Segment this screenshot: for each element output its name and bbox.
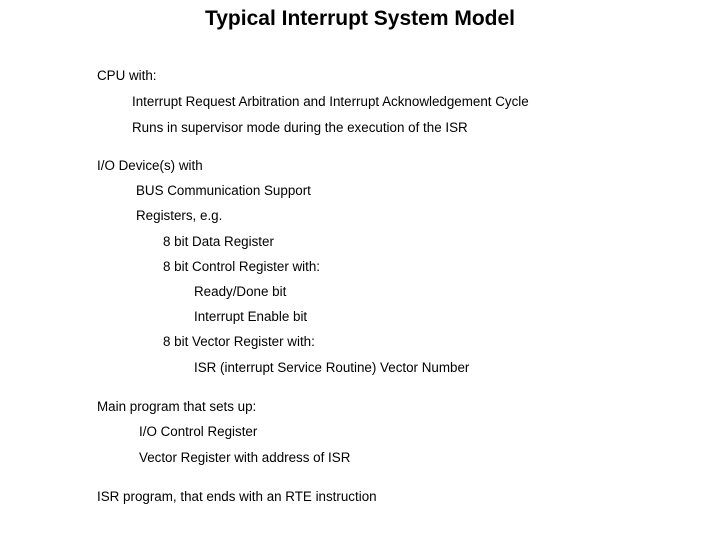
control-register-bit: Ready/Done bit (194, 284, 287, 299)
vector-register-item: ISR (interrupt Service Routine) Vector N… (194, 360, 470, 375)
control-register-bit: Interrupt Enable bit (194, 309, 308, 324)
io-device-item: Registers, e.g. (136, 208, 223, 223)
io-device-heading: I/O Device(s) with (97, 158, 203, 173)
main-program-item: I/O Control Register (139, 424, 258, 439)
register-item: 8 bit Control Register with: (163, 259, 321, 274)
slide-title: Typical Interrupt System Model (204, 7, 515, 30)
cpu-item: Interrupt Request Arbitration and Interr… (132, 94, 529, 109)
cpu-item: Runs in supervisor mode during the execu… (132, 120, 468, 135)
io-device-item: BUS Communication Support (136, 183, 311, 198)
main-program-item: Vector Register with address of ISR (139, 450, 351, 465)
register-item: 8 bit Vector Register with: (163, 334, 315, 349)
register-item: 8 bit Data Register (163, 234, 274, 249)
main-program-heading: Main program that sets up: (97, 399, 257, 414)
isr-program-heading: ISR program, that ends with an RTE instr… (97, 489, 377, 504)
cpu-heading: CPU with: (97, 68, 157, 83)
